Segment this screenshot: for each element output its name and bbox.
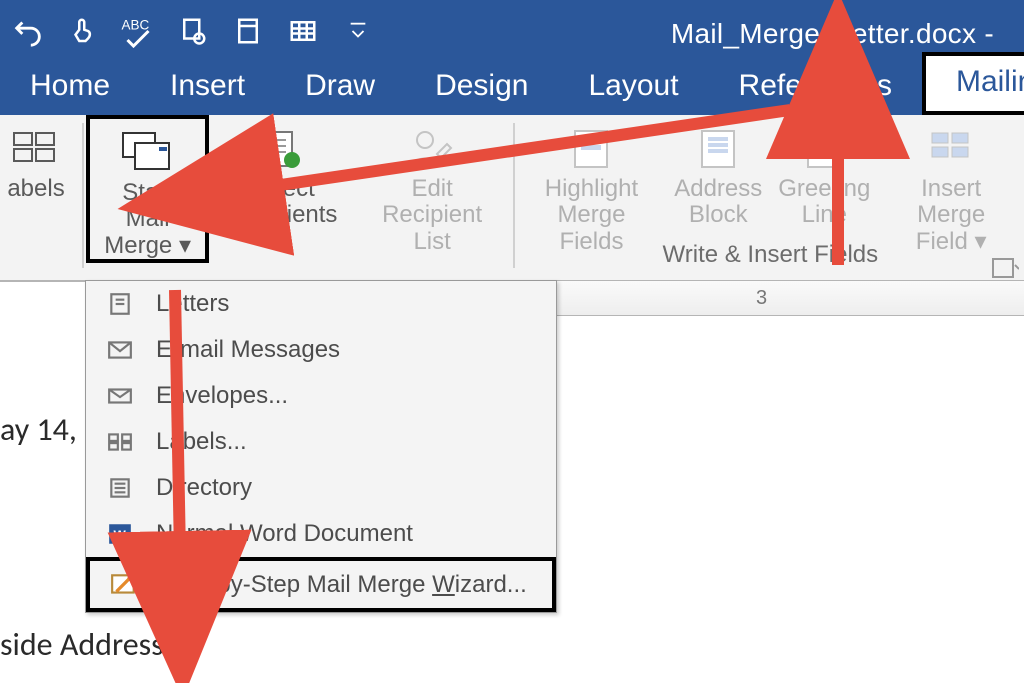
address-block-line2: Block <box>689 202 748 228</box>
edit-recipient-list-icon <box>396 121 468 176</box>
group-label-write-insert: Write & Insert Fields <box>517 241 1024 269</box>
ruler-mark: 3 <box>756 287 767 310</box>
tab-mailings[interactable]: Mailings <box>922 52 1024 115</box>
start-mail-merge-icon <box>112 125 184 180</box>
start-mail-merge-line2: Merge ▾ <box>104 233 191 259</box>
letters-icon <box>102 289 138 319</box>
svg-text:W: W <box>114 527 127 542</box>
envelopes-label: Envelopes... <box>156 382 288 409</box>
word-icon: W <box>102 519 138 549</box>
menu-item-wizard[interactable]: Step-by-Step Mail Merge Wizard... <box>86 557 556 612</box>
start-mail-merge-line1: Start Mail <box>98 180 197 233</box>
write-insert-fields-group: Highlight Merge Fields Address Block Gre… <box>517 115 1024 275</box>
labels-icon <box>0 121 72 176</box>
greeting-line-button[interactable]: Greeting Line <box>770 115 878 229</box>
ruler: 3 <box>556 280 1024 316</box>
normal-doc-label: Normal Word Document <box>156 520 413 547</box>
highlight-merge-fields-button[interactable]: Highlight Merge Fields <box>517 115 667 255</box>
directory-label: Directory <box>156 474 252 501</box>
table-icon[interactable] <box>275 7 330 55</box>
directory-icon <box>102 473 138 503</box>
greeting-line-icon <box>788 121 860 176</box>
insert-merge-field-icon <box>915 121 987 176</box>
divider-1 <box>82 123 84 268</box>
tab-references[interactable]: References <box>709 60 922 115</box>
insert-merge-field-button[interactable]: Insert Merge Field ▾ <box>878 115 1024 255</box>
menu-item-letters[interactable]: Letters <box>86 281 556 327</box>
email-icon <box>102 335 138 365</box>
address-block-line1: Address <box>674 176 762 202</box>
edit-recipient-line2: Recipient List <box>362 202 503 255</box>
touch-mode-icon[interactable] <box>55 7 110 55</box>
greeting-line2: Line <box>802 202 847 228</box>
greeting-line1: Greeting <box>778 176 870 202</box>
undo-icon[interactable] <box>0 7 55 55</box>
divider-2 <box>513 123 515 268</box>
highlight-merge-fields-icon <box>555 121 627 176</box>
document-title: Mail_Merge_Letter.docx - <box>671 18 994 50</box>
doc-text-date: ay 14, <box>0 410 77 449</box>
labels-label: abels <box>7 176 64 202</box>
start-mail-merge-menu: Letters E-mail Messages Envelopes... Lab… <box>85 280 557 613</box>
doc-text-address: side Address <box>0 625 164 664</box>
address-block-button[interactable]: Address Block <box>666 115 770 229</box>
tab-design[interactable]: Design <box>405 60 558 115</box>
title-bar: ABC Mail_Merge_Letter.docx - Home Insert… <box>0 0 1024 115</box>
edit-recipient-list-button[interactable]: Edit Recipient List <box>354 115 511 255</box>
labels-button[interactable]: abels <box>0 115 80 202</box>
email-label: E-mail Messages <box>156 336 340 363</box>
tab-layout[interactable]: Layout <box>558 60 708 115</box>
select-recipients-button[interactable]: Select Recipients ▾ <box>209 115 353 255</box>
address-block-icon <box>682 121 754 176</box>
select-recipients-icon <box>245 121 317 176</box>
spellcheck-icon[interactable]: ABC <box>110 7 165 55</box>
menu-item-directory[interactable]: Directory <box>86 465 556 511</box>
qat-customize-icon[interactable] <box>330 7 385 55</box>
select-recipients-line1: Select <box>248 176 315 202</box>
menu-item-normal-doc[interactable]: W Normal Word Document <box>86 511 556 557</box>
edit-recipient-line1: Edit <box>411 176 452 202</box>
insert-merge-line1: Insert Merge <box>886 176 1016 229</box>
start-mail-merge-button[interactable]: Start Mail Merge ▾ <box>86 115 209 263</box>
labels-menu-icon <box>102 427 138 457</box>
print-preview-icon[interactable] <box>165 7 220 55</box>
tab-insert[interactable]: Insert <box>140 60 275 115</box>
labels-menu-label: Labels... <box>156 428 247 455</box>
menu-item-labels[interactable]: Labels... <box>86 419 556 465</box>
menu-item-email[interactable]: E-mail Messages <box>86 327 556 373</box>
envelope-icon <box>102 381 138 411</box>
ribbon-tabs: Home Insert Draw Design Layout Reference… <box>0 63 1024 115</box>
wizard-icon <box>106 570 142 600</box>
menu-item-envelopes[interactable]: Envelopes... <box>86 373 556 419</box>
highlight-line1: Highlight <box>545 176 638 202</box>
svg-text:ABC: ABC <box>121 18 149 33</box>
tab-draw[interactable]: Draw <box>275 60 405 115</box>
quick-access-toolbar: ABC <box>0 6 385 56</box>
select-recipients-line2: Recipients ▾ <box>217 202 345 255</box>
ribbon: abels Start Mail Merge ▾ Select Recipien… <box>0 115 1024 282</box>
wizard-label: Step-by-Step Mail Merge Wizard... <box>142 571 552 599</box>
tab-home[interactable]: Home <box>0 60 140 115</box>
letters-label: Letters <box>156 290 229 317</box>
page-icon[interactable] <box>220 7 275 55</box>
